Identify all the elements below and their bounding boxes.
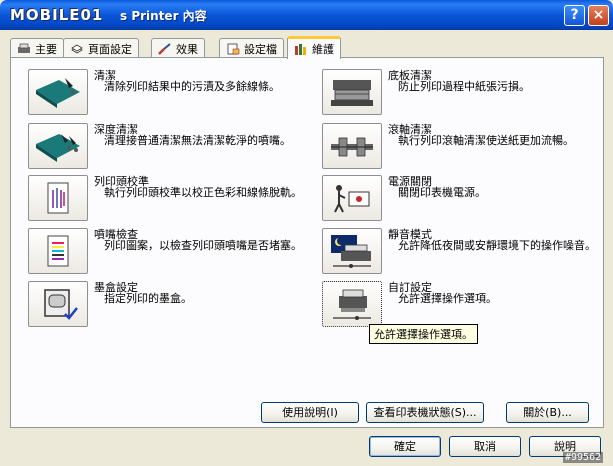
title-bar: MOBILE01 s Printer 內容 ? × <box>0 0 613 30</box>
roller-desc: 執行列印滾軸清潔使送紙更加流暢。 <box>398 134 574 147</box>
cancel-button[interactable]: 取消 <box>449 436 521 457</box>
help-button[interactable]: ? <box>564 5 585 26</box>
mobile01-logo: MOBILE01 <box>10 6 104 24</box>
head-alignment-icon[interactable] <box>28 175 88 221</box>
about-button[interactable]: 關於(B)... <box>506 402 589 423</box>
deep-cleaning-icon[interactable] <box>28 123 88 169</box>
tab-effects-label: 效果 <box>176 43 198 56</box>
tab-profiles[interactable]: 設定檔 <box>219 38 284 58</box>
tab-main-label: 主要 <box>35 43 57 56</box>
ink-cartridge-icon[interactable] <box>28 281 88 327</box>
cleaning-icon[interactable] <box>28 69 88 115</box>
head-alignment-desc: 執行列印頭校準以校正色彩和線條脫軌。 <box>104 186 302 199</box>
nozzle-check-icon[interactable] <box>28 228 88 274</box>
printer-status-button[interactable]: 查看印表機狀態(S)... <box>366 402 484 423</box>
custom-settings-desc: 允許選擇操作選項。 <box>398 292 497 305</box>
printer-icon <box>17 43 31 55</box>
toolbox-icon <box>294 43 308 55</box>
quiet-mode-icon[interactable] <box>322 228 382 274</box>
nozzle-check-desc: 列印圖案，以檢查列印頭噴嘴是否堵塞。 <box>104 239 302 252</box>
watermark: #99562 <box>563 452 604 463</box>
profile-icon <box>226 43 240 55</box>
close-button[interactable]: × <box>588 5 609 26</box>
tab-page-setup[interactable]: 頁面設定 <box>63 38 139 58</box>
page-stack-icon <box>70 43 84 55</box>
deep-cleaning-desc: 清理接普通清潔無法清潔乾淨的噴嘴。 <box>104 134 291 147</box>
tab-maintenance-label: 維護 <box>312 43 334 56</box>
tab-effects[interactable]: 效果 <box>151 38 205 58</box>
tab-page-setup-label: 頁面設定 <box>88 43 132 56</box>
ok-button[interactable]: 確定 <box>369 436 441 457</box>
quiet-mode-desc: 允許降低夜間或安靜環境下的操作噪音。 <box>398 239 596 252</box>
ink-cartridge-desc: 指定列印的墨盒。 <box>104 292 192 305</box>
power-off-desc: 關閉印表機電源。 <box>398 186 486 199</box>
brush-icon <box>158 43 172 55</box>
custom-settings-icon[interactable] <box>322 281 382 327</box>
roller-icon[interactable] <box>322 123 382 169</box>
bottom-plate-desc: 防止列印過程中紙張污損。 <box>398 80 530 93</box>
tab-profiles-label: 設定檔 <box>244 43 277 56</box>
help-usage-button[interactable]: 使用說明(I) <box>261 402 359 423</box>
tooltip: 允許選擇操作選項。 <box>369 324 478 344</box>
bottom-plate-icon[interactable] <box>322 69 382 115</box>
maintenance-panel: 清潔 清除列印結果中的污漬及多餘線條。 深度清潔 清理接普通清潔無法清潔乾淨的噴… <box>10 57 604 428</box>
power-off-icon[interactable] <box>322 175 382 221</box>
window-title: s Printer 內容 <box>120 9 207 23</box>
tab-main[interactable]: 主要 <box>10 38 64 58</box>
cleaning-desc: 清除列印結果中的污漬及多餘線條。 <box>104 80 280 93</box>
tab-maintenance[interactable]: 維護 <box>287 36 341 59</box>
